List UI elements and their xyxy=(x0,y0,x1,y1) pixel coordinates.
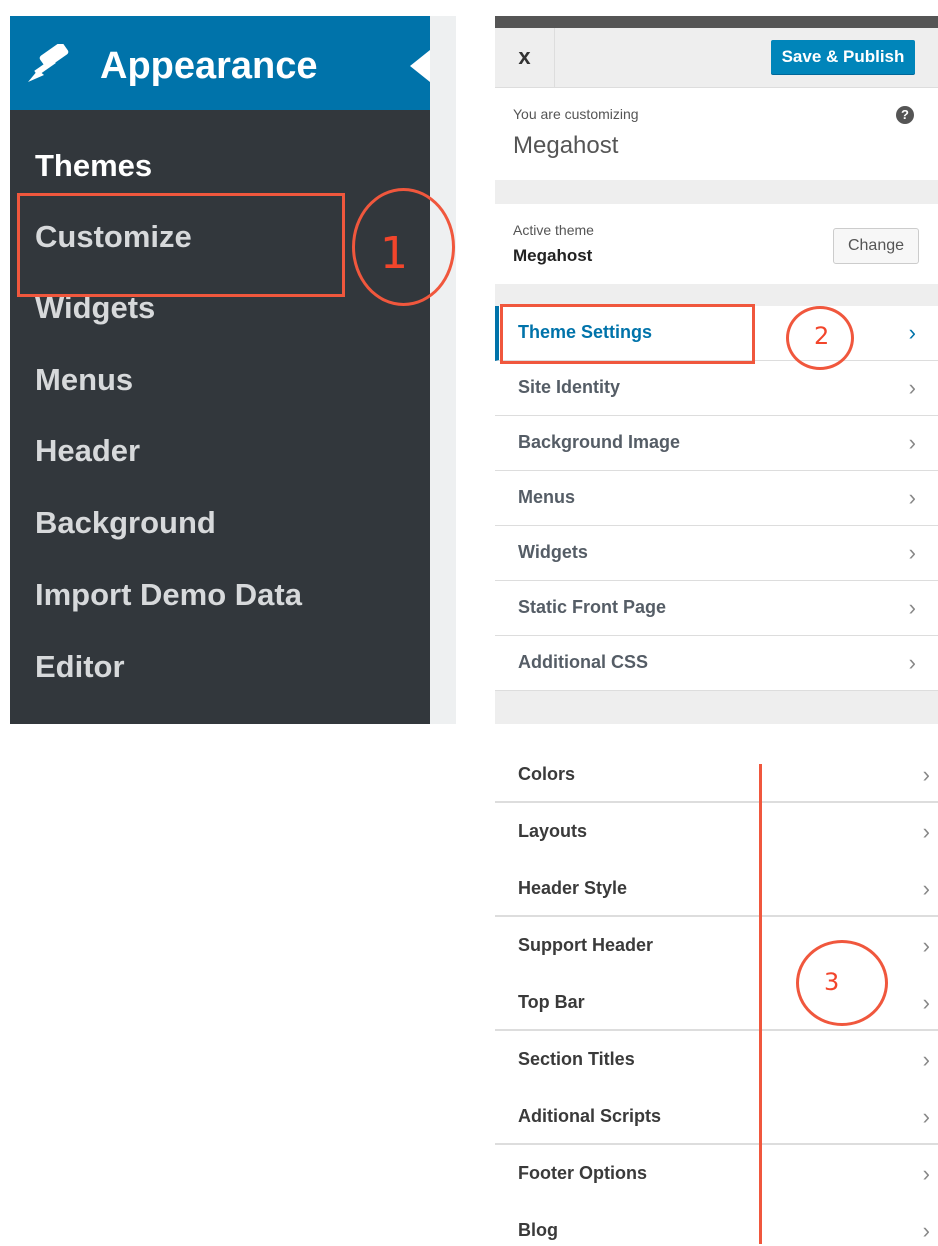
annotation-circle-3 xyxy=(796,940,888,1026)
setting-header-style[interactable]: Header Style › xyxy=(495,860,938,917)
annotation-box-theme-settings xyxy=(500,304,755,364)
section-static-front-page[interactable]: Static Front Page › xyxy=(495,581,938,636)
section-menus[interactable]: Menus › xyxy=(495,471,938,526)
setting-layouts[interactable]: Layouts › xyxy=(495,803,938,860)
section-label: Site Identity xyxy=(518,377,621,397)
chevron-right-icon: › xyxy=(922,1161,930,1186)
chevron-right-icon: › xyxy=(922,762,930,787)
section-additional-css[interactable]: Additional CSS › xyxy=(495,636,938,691)
setting-label: Aditional Scripts xyxy=(518,1106,662,1126)
chevron-right-icon: › xyxy=(922,990,930,1015)
chevron-right-icon: › xyxy=(922,876,930,901)
appearance-title: Appearance xyxy=(100,45,318,87)
setting-label: Header Style xyxy=(518,878,628,898)
chevron-right-icon: › xyxy=(922,819,930,844)
active-theme-panel: Active theme Megahost Change xyxy=(495,204,938,284)
setting-label: Top Bar xyxy=(518,992,585,1012)
menu-item-menus[interactable]: Menus xyxy=(35,360,133,400)
help-icon[interactable]: ? xyxy=(896,106,914,124)
menu-item-background[interactable]: Background xyxy=(35,503,216,543)
browser-strip xyxy=(495,16,938,28)
chevron-right-icon: › xyxy=(908,430,916,455)
brush-icon xyxy=(28,44,69,82)
setting-label: Blog xyxy=(518,1220,558,1240)
close-button[interactable]: x xyxy=(495,28,555,88)
menu-item-editor[interactable]: Editor xyxy=(35,647,125,687)
menu-item-themes[interactable]: Themes xyxy=(35,146,152,186)
chevron-right-icon: › xyxy=(922,933,930,958)
site-name: Megahost xyxy=(513,132,619,159)
setting-footer-options[interactable]: Footer Options › xyxy=(495,1145,938,1202)
section-background-image[interactable]: Background Image › xyxy=(495,416,938,471)
annotation-step-3: 3 xyxy=(824,968,840,996)
setting-label: Support Header xyxy=(518,935,654,955)
chevron-right-icon: › xyxy=(922,1218,930,1243)
annotation-box-customize xyxy=(17,193,345,297)
section-widgets[interactable]: Widgets › xyxy=(495,526,938,581)
annotation-step-2: 2 xyxy=(814,322,830,350)
chevron-right-icon: › xyxy=(922,1104,930,1129)
admin-menu: Appearance Themes Customize Widgets Menu… xyxy=(10,16,430,724)
menu-item-import-demo-data[interactable]: Import Demo Data xyxy=(35,575,302,615)
annotation-line-3 xyxy=(759,764,762,1244)
chevron-right-icon: › xyxy=(922,1047,930,1072)
customizer-panel: x Save & Publish You are customizing Meg… xyxy=(495,16,938,724)
section-label: Additional CSS xyxy=(518,652,648,672)
change-theme-button[interactable]: Change xyxy=(833,228,919,264)
section-site-identity[interactable]: Site Identity › xyxy=(495,361,938,416)
current-menu-arrow xyxy=(410,50,430,82)
active-theme-label: Active theme xyxy=(513,222,594,238)
chevron-right-icon: › xyxy=(908,595,916,620)
customizer-header: x Save & Publish xyxy=(495,28,938,88)
chevron-right-icon: › xyxy=(908,320,916,345)
chevron-right-icon: › xyxy=(908,485,916,510)
section-label: Menus xyxy=(518,487,576,507)
section-label: Background Image xyxy=(518,432,681,452)
active-theme-name: Megahost xyxy=(513,246,593,265)
setting-label: Layouts xyxy=(518,821,588,841)
setting-label: Colors xyxy=(518,764,576,784)
section-label: Widgets xyxy=(518,542,588,562)
section-label: Static Front Page xyxy=(518,597,667,617)
gutter xyxy=(430,16,456,724)
setting-aditional-scripts[interactable]: Aditional Scripts › xyxy=(495,1088,938,1145)
setting-label: Footer Options xyxy=(518,1163,647,1183)
chevron-right-icon: › xyxy=(908,540,916,565)
annotation-step-1: 1 xyxy=(380,228,408,279)
setting-blog[interactable]: Blog › xyxy=(495,1202,938,1246)
setting-label: Section Titles xyxy=(518,1049,635,1069)
customizing-info: You are customizing Megahost ? xyxy=(495,88,938,180)
chevron-right-icon: › xyxy=(908,375,916,400)
customizing-label: You are customizing xyxy=(513,106,639,122)
setting-colors[interactable]: Colors › xyxy=(495,746,938,803)
save-publish-button[interactable]: Save & Publish xyxy=(771,40,915,74)
appearance-menu-header[interactable]: Appearance xyxy=(10,16,430,110)
chevron-right-icon: › xyxy=(908,650,916,675)
setting-section-titles[interactable]: Section Titles › xyxy=(495,1031,938,1088)
menu-item-header[interactable]: Header xyxy=(35,431,140,471)
